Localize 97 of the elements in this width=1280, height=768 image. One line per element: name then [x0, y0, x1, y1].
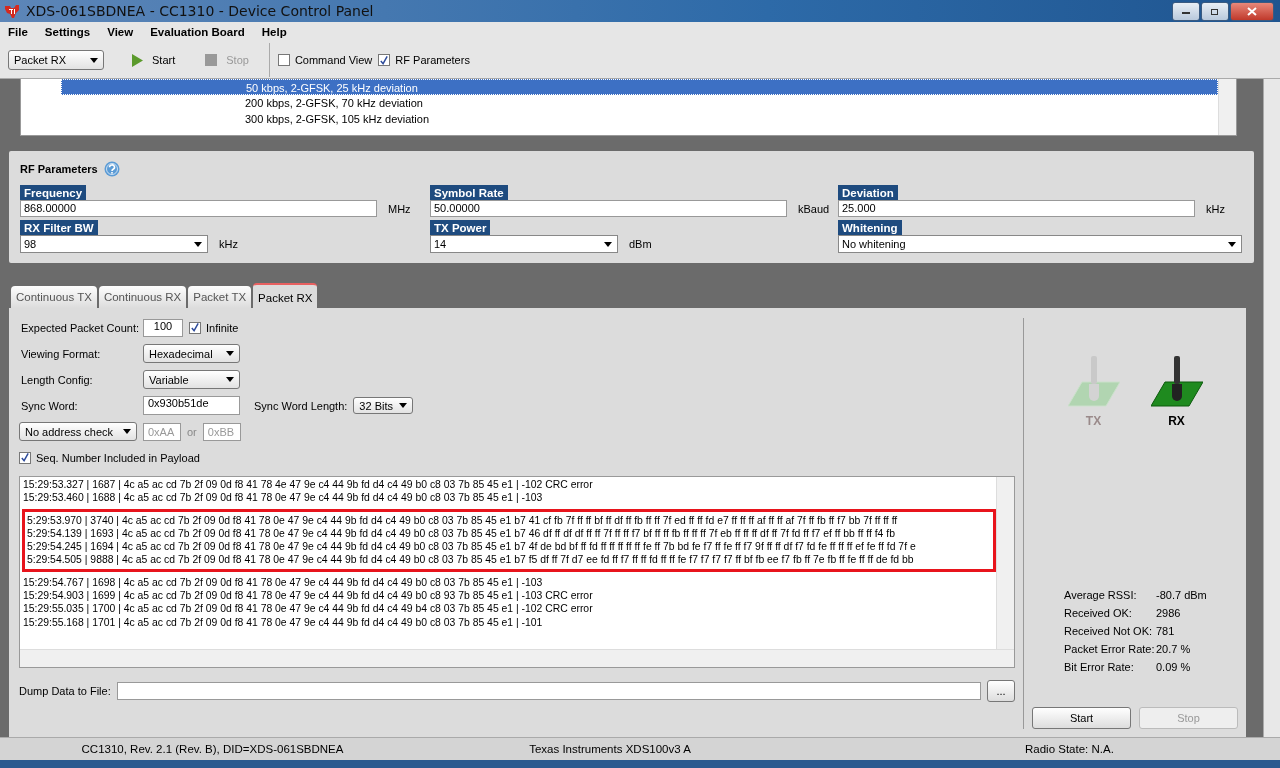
- stat-label: Received Not OK:: [1064, 625, 1154, 637]
- stat-label: Received OK:: [1064, 607, 1133, 619]
- stat-label: Average RSSI:: [1064, 589, 1138, 601]
- dropdown[interactable]: 32 Bits: [353, 397, 413, 414]
- log-line: 5:29:54.505 | 9888 | 4c a5 ac cd 7b 2f 09 0d f8 41 78 0e 47 9e c4 44 9b fd d4 c4 49 b0 c8 03 7b 85 45 e1 b7 f5 df ff 7f d7 ee fd ff f7 ff ff fd ff ff fe f7 f7 f7 f7 ff bf fb ee f7 fb ff 7e fb ff fe ff ff de fd bb: [22, 553, 996, 572]
- field-label: TX Power: [430, 220, 491, 235]
- caret-icon: [226, 377, 234, 382]
- help-icon[interactable]: [103, 161, 120, 177]
- log-line: 5:29:53.970 | 3740 | 4c a5 ac cd 7b 2f 09 0d f8 41 78 0e 47 9e c4 44 9b fd d4 c4 49 b0 c8 03 7b 85 45 e1 b7 41 cf fb 7f ff ff bf ff df ff fb ff ff 7f ed ff ff fd e7 ff ff ff af ff ff af 7f ff fb ff f7 bb 7f ff ff ff: [22, 508, 996, 527]
- log-line: 15:29:53.460 | 1688 | 4c a5 ac cd 7b 2f 09 0d f8 41 78 0e 47 9e c4 44 9b fd d4 c4 49 b0 c8 03 7b 85 45 e1 | -103: [22, 491, 544, 505]
- status-text: CC1310, Rev. 2.1 (Rev. B), DID=XDS-061SBDNEA: [80, 743, 345, 755]
- or-label: or: [187, 425, 197, 438]
- caret-icon: [1228, 241, 1236, 247]
- mode-dropdown[interactable]: Packet RX: [8, 50, 104, 70]
- field-label: Sync Word:: [20, 399, 79, 412]
- field-label: Length Config:: [20, 373, 94, 386]
- checkmark-icon: [20, 452, 30, 463]
- checkbox-option[interactable]: Command View: [277, 54, 373, 66]
- unit-label: kHz: [1206, 202, 1225, 215]
- indicator-label: RX: [1168, 414, 1185, 428]
- log-line: 15:29:53.327 | 1687 | 4c a5 ac cd 7b 2f 09 0d f8 41 78 4e 47 9e c4 44 9b fd d4 c4 49 b0 c8 03 7b 85 45 e1 | -102 CRC error: [22, 478, 594, 492]
- field-label: Frequency: [20, 185, 87, 200]
- field-label: Sync Word Length:: [254, 399, 348, 412]
- field-label: RX Filter BW: [20, 220, 98, 235]
- menu-item[interactable]: Help: [261, 26, 287, 38]
- menu-item[interactable]: Settings: [44, 26, 91, 38]
- caret-icon: [123, 429, 131, 434]
- caret-icon: [399, 403, 407, 408]
- scrollbar[interactable]: [1263, 79, 1280, 737]
- unit-label: dBm: [629, 238, 652, 250]
- status-text: Radio State: N.A.: [1024, 743, 1115, 755]
- checkbox-option[interactable]: RF Parameters: [378, 54, 470, 66]
- input-field[interactable]: 100: [143, 318, 183, 337]
- restore-button[interactable]: [1201, 1, 1229, 21]
- status-text: Texas Instruments XDS100v3 A: [528, 743, 692, 755]
- stat-label: Packet Error Rate:: [1064, 643, 1156, 655]
- start-button[interactable]: Start: [120, 48, 188, 72]
- dropdown[interactable]: 98: [20, 235, 208, 253]
- field-label: Symbol Rate: [430, 185, 508, 200]
- close-icon: [1247, 6, 1257, 16]
- field-label: Viewing Format:: [20, 347, 102, 360]
- stop-icon: [205, 54, 218, 66]
- log-line: 15:29:54.767 | 1698 | 4c a5 ac cd 7b 2f 09 0d f8 41 78 0e 47 9e c4 44 9b fd d4 c4 49 b0 c8 03 7b 85 45 e1 | -103: [22, 575, 544, 590]
- unit-label: kHz: [219, 238, 238, 250]
- dropdown[interactable]: 14: [430, 235, 618, 253]
- browse-button[interactable]: ...: [987, 680, 1015, 702]
- preset-list-item[interactable]: 300 kbps, 2-GFSK, 105 kHz deviation: [21, 111, 1218, 127]
- play-icon: [132, 53, 143, 67]
- menu-item[interactable]: File: [8, 26, 28, 38]
- field-label: Expected Packet Count:: [20, 321, 137, 334]
- caret-icon: [194, 241, 202, 247]
- input-field[interactable]: [116, 682, 981, 700]
- caret-icon: [90, 57, 98, 63]
- preset-list-item[interactable]: 200 kbps, 2-GFSK, 70 kHz deviation: [21, 95, 1218, 111]
- checkmark-icon: [190, 322, 200, 333]
- field-label: Whitening: [838, 220, 902, 235]
- input-field[interactable]: 50.00000: [430, 200, 787, 217]
- field-label: Deviation: [838, 185, 898, 200]
- stat-value: 0.09 %: [1156, 661, 1191, 673]
- menu-item[interactable]: View: [107, 26, 134, 38]
- unit-label: kBaud: [798, 202, 830, 215]
- window-title: XDS-061SBDNEA - CC1310 - Device Control Panel: [26, 3, 374, 19]
- input-field[interactable]: 0x930b51de: [143, 396, 240, 415]
- indicator-label: TX: [1085, 414, 1102, 428]
- log-line: 15:29:55.035 | 1700 | 4c a5 ac cd 7b 2f 09 0d f8 41 78 0e 47 9e c4 44 9b fd d4 c4 49 b4 c8 03 7b 85 45 e1 | -102 CRC error: [22, 602, 594, 616]
- caret-icon: [604, 241, 612, 247]
- minimize-button[interactable]: [1172, 1, 1200, 21]
- checkmark-icon: [379, 54, 390, 66]
- stat-value: 781: [1156, 625, 1175, 637]
- dropdown[interactable]: Hexadecimal: [143, 344, 240, 363]
- close-button[interactable]: [1230, 1, 1274, 21]
- logo-icon: [4, 3, 20, 19]
- restore-icon: [1210, 7, 1220, 15]
- input-field[interactable]: 868.00000: [20, 200, 377, 217]
- start-button[interactable]: Start: [1032, 707, 1131, 729]
- stat-value: -80.7 dBm: [1156, 589, 1207, 601]
- tab[interactable]: Packet RX: [253, 283, 318, 308]
- input-field[interactable]: 25.000: [838, 200, 1195, 217]
- log-line: 15:29:55.168 | 1701 | 4c a5 ac cd 7b 2f 09 0d f8 41 78 0e 47 9e c4 44 9b fd d4 c4 49 b0 c8 03 7b 85 45 e1 | -101: [22, 615, 544, 629]
- log-line: 15:29:54.903 | 1699 | 4c a5 ac cd 7b 2f 09 0d f8 41 78 0e 47 9e c4 44 9b fd d4 c4 49 b0 c8 93 7b 85 45 e1 | -103 CRC error: [22, 589, 594, 603]
- tab[interactable]: Packet TX: [188, 286, 252, 308]
- panel-title: RF Parameters: [20, 163, 98, 175]
- tab[interactable]: Continuous RX: [98, 286, 187, 308]
- field-label: Dump Data to File:: [19, 685, 111, 697]
- preset-list-item[interactable]: 50 kbps, 2-GFSK, 25 kHz deviation: [61, 79, 1218, 95]
- caret-icon: [226, 351, 234, 356]
- dropdown[interactable]: No address check: [19, 422, 137, 441]
- dropdown[interactable]: No whitening: [838, 235, 1242, 253]
- stat-value: 2986: [1156, 607, 1181, 619]
- menu-item[interactable]: Evaluation Board: [150, 26, 245, 38]
- stat-value: 20.7 %: [1156, 643, 1191, 655]
- checkbox-option[interactable]: Seq. Number Included in Payload: [19, 451, 200, 464]
- dropdown[interactable]: Variable: [143, 370, 240, 389]
- stat-label: Bit Error Rate:: [1064, 661, 1135, 673]
- unit-label: MHz: [388, 202, 411, 215]
- checkbox-option[interactable]: Infinite: [189, 321, 239, 334]
- tab[interactable]: Continuous TX: [11, 286, 97, 308]
